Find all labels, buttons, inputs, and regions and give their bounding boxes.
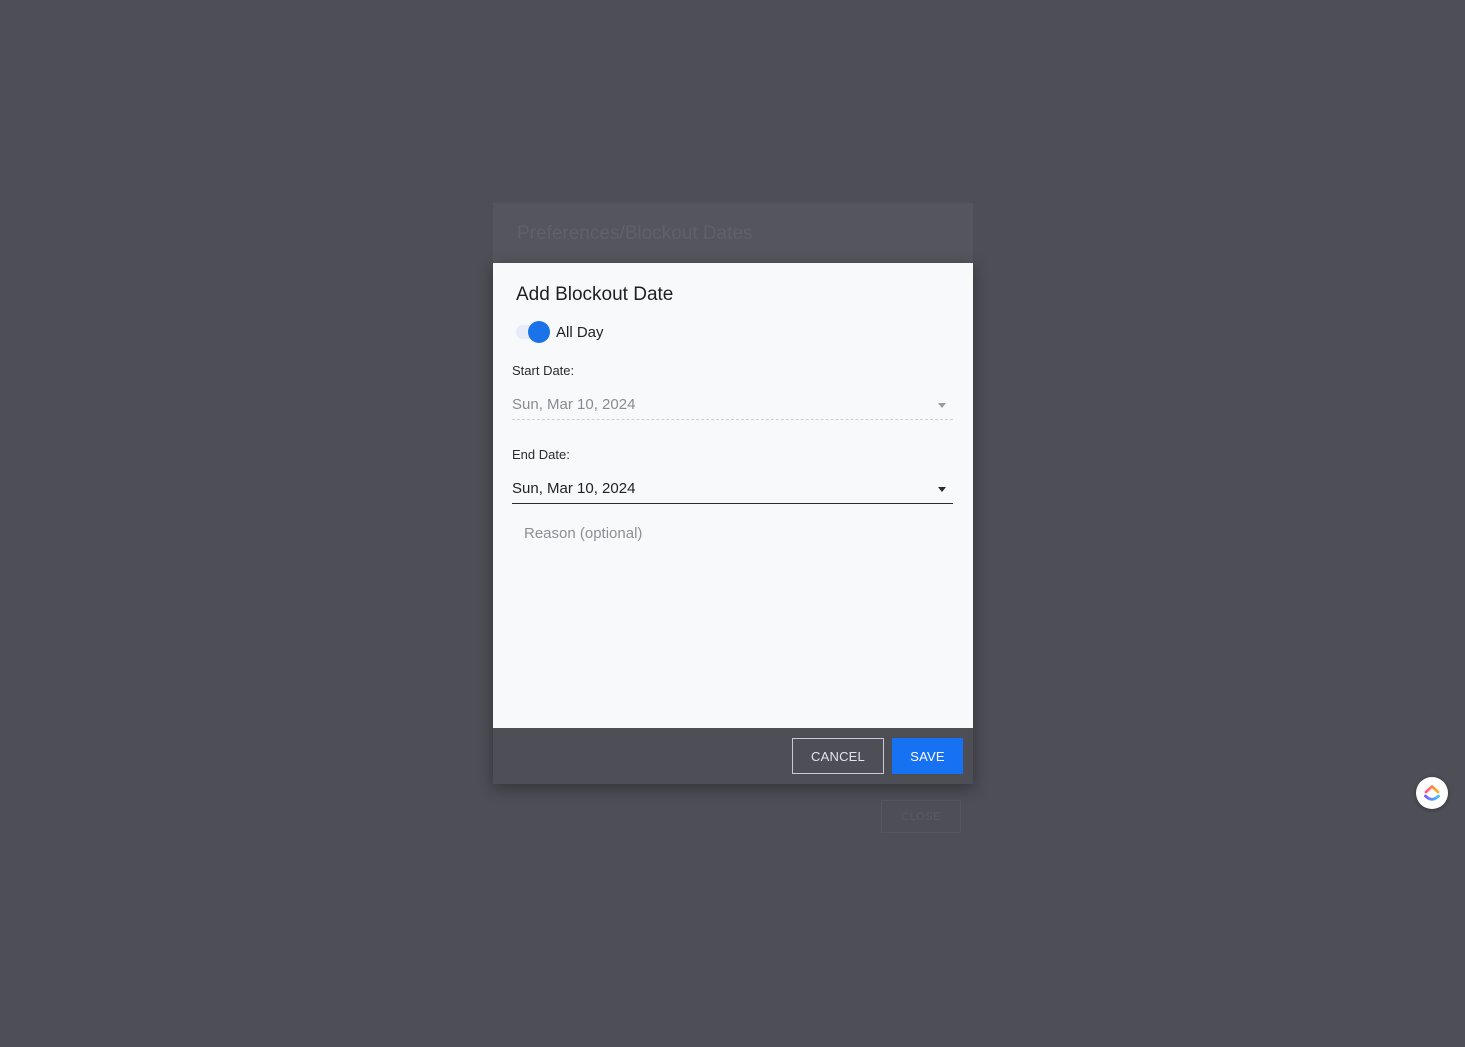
modal-body: Add Blockout Date All Day Start Date: Su… xyxy=(493,263,973,728)
modal-title: Add Blockout Date xyxy=(516,284,674,305)
clickup-logo-icon xyxy=(1424,785,1440,801)
modal-footer: CANCEL SAVE xyxy=(493,728,973,784)
start-date-value: Sun, Mar 10, 2024 xyxy=(512,396,636,413)
start-date-select[interactable]: Sun, Mar 10, 2024 xyxy=(512,392,953,420)
background-dialog-header: Preferences/Blockout Dates xyxy=(493,203,973,263)
reason-textarea[interactable] xyxy=(512,521,953,711)
caret-down-icon xyxy=(938,403,946,408)
cancel-button[interactable]: CANCEL xyxy=(792,738,884,774)
add-blockout-date-modal: Add Blockout Date All Day Start Date: Su… xyxy=(493,263,973,784)
save-button[interactable]: SAVE xyxy=(892,738,963,774)
all-day-toggle[interactable] xyxy=(514,321,550,343)
end-date-value: Sun, Mar 10, 2024 xyxy=(512,480,636,497)
toggle-knob xyxy=(528,321,550,343)
end-date-label: End Date: xyxy=(512,447,570,462)
start-date-label: Start Date: xyxy=(512,363,575,378)
caret-down-icon xyxy=(938,487,946,492)
help-widget-button[interactable] xyxy=(1416,777,1448,809)
background-dialog-title: Preferences/Blockout Dates xyxy=(517,223,753,244)
all-day-label: All Day xyxy=(556,324,604,341)
end-date-select[interactable]: Sun, Mar 10, 2024 xyxy=(512,476,953,504)
background-close-button: CLOSE xyxy=(881,800,961,833)
